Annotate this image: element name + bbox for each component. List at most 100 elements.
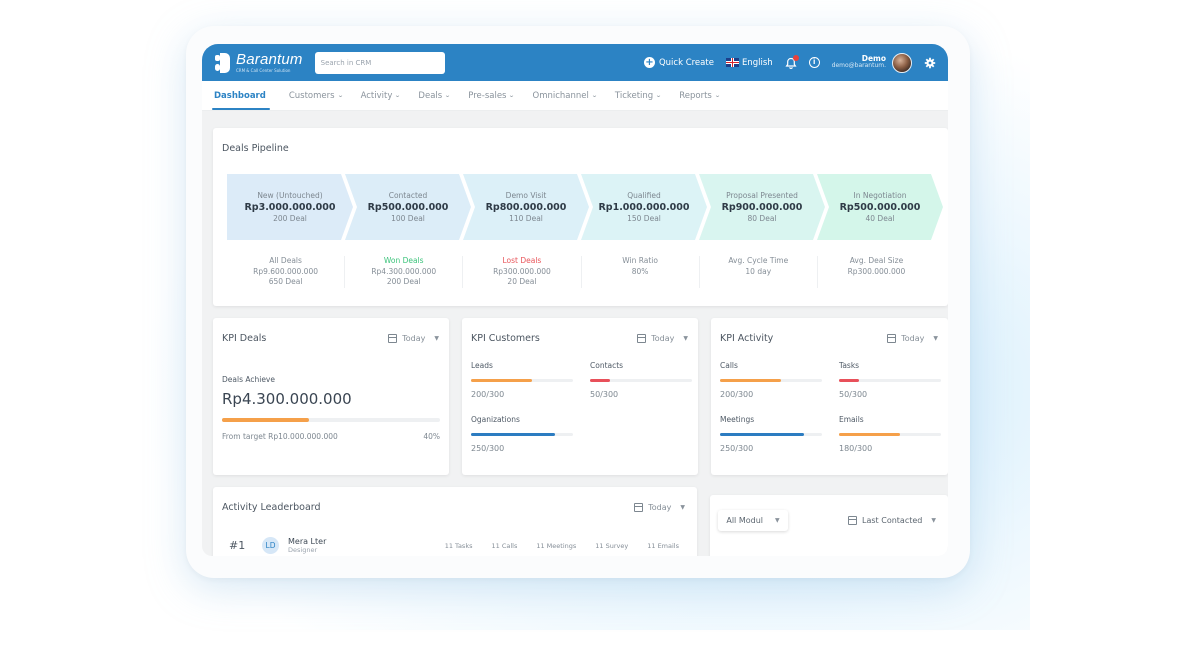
deals-achieve-label: Deals Achieve (222, 375, 275, 384)
kpi-metric-tasks: Tasks 50/300 (839, 361, 941, 399)
stat-label: All Deals (269, 256, 302, 265)
period-label: Today (901, 334, 925, 343)
metric-value: 180/300 (839, 444, 873, 453)
kpi-customers-card: KPI Customers Today ▼ Leads 200/300 Contac… (462, 318, 698, 475)
pipeline-stage[interactable]: New (Untouched) Rp3.000.000.000 200 Deal (227, 174, 353, 240)
chevron-down-icon: ⌄ (591, 92, 598, 99)
quick-create-button[interactable]: + Quick Create (643, 57, 714, 68)
notification-bell-icon[interactable] (785, 54, 799, 69)
calendar-icon (637, 334, 647, 343)
metric-label: Oganizations (471, 415, 520, 424)
logo[interactable]: Barantum CRM & Call Center Solution (214, 51, 303, 75)
metric-label: Tasks (839, 361, 860, 370)
language-selector[interactable]: English (725, 58, 773, 68)
stage-name: Proposal Presented (726, 191, 798, 200)
stage-count: 80 Deal (747, 214, 777, 223)
user-avatar[interactable] (892, 52, 912, 73)
calendar-icon (634, 503, 644, 512)
leaderboard-avatar: LD (262, 537, 279, 555)
user-menu[interactable]: Demo demo@barantum. (832, 52, 912, 73)
stat-sub: 200 Deal (386, 277, 421, 286)
nav-item-ticketing[interactable]: Ticketing ⌄ (606, 81, 670, 110)
stat-label: Win Ratio (622, 256, 658, 265)
nav-item-deals[interactable]: Deals ⌄ (409, 81, 459, 110)
stage-amount: Rp3.000.000.000 (244, 202, 336, 213)
kpi-activity-period-select[interactable]: Today ▼ (887, 334, 938, 343)
pipeline-stats: All Deals Rp9.600.000.000 650 Deal Won Deal… (227, 256, 935, 288)
pipeline-stat: Avg. Deal Size Rp300.000.000 (818, 256, 935, 288)
pipeline-stage[interactable]: Proposal Presented Rp900.000.000 80 Deal (699, 174, 825, 240)
nav-item-label: Dashboard (214, 90, 266, 101)
caret-down-icon: ▼ (933, 335, 938, 342)
caret-down-icon: ▼ (683, 335, 688, 342)
search-input[interactable] (314, 51, 445, 74)
nav-item-activity[interactable]: Activity ⌄ (352, 81, 410, 110)
metric-value: 250/300 (471, 444, 505, 453)
logo-name: Barantum (236, 51, 303, 68)
stat-sub: 650 Deal (268, 277, 303, 286)
stage-name: Qualified (627, 191, 661, 200)
kpi-customers-period-select[interactable]: Today ▼ (637, 334, 688, 343)
deals-progress-fill (222, 418, 310, 422)
kpi-customers-title: KPI Customers (471, 333, 540, 344)
module-select-label: All Modul (726, 516, 763, 525)
chevron-down-icon: ⌄ (714, 92, 721, 99)
chevron-down-icon: ⌄ (394, 92, 402, 99)
kpi-metric-oganizations: Oganizations 250/300 (471, 415, 573, 453)
stage-amount: Rp500.000.000 (839, 202, 921, 213)
module-select[interactable]: All Modul ▼ (718, 510, 788, 531)
nav-item-dashboard[interactable]: Dashboard (212, 81, 280, 110)
metric-value: 200/300 (720, 390, 754, 399)
plus-circle-icon: + (643, 57, 655, 68)
pipeline-stages: New (Untouched) Rp3.000.000.000 200 Deal Co… (227, 174, 943, 240)
nav-item-pre-sales[interactable]: Pre-sales ⌄ (459, 81, 523, 110)
period-label: Today (648, 503, 672, 512)
stat-value: 80% (631, 266, 649, 276)
top-bar: Barantum CRM & Call Center Solution + Qu… (202, 44, 948, 81)
kpi-deals-card: KPI Deals Today ▼ Deals Achieve Rp4.300.… (213, 318, 449, 475)
stat-label: Lost Deals (502, 256, 542, 265)
pipeline-stage[interactable]: Demo Visit Rp800.000.000 110 Deal (463, 174, 589, 240)
pipeline-stage[interactable]: In Negotiation Rp500.000.000 40 Deal (817, 174, 943, 240)
leaderboard-meetings: 11 Meetings (536, 541, 577, 550)
metric-progress-fill (839, 379, 860, 382)
period-label: Today (651, 334, 675, 343)
pipeline-title: Deals Pipeline (222, 143, 289, 154)
stat-label: Avg. Cycle Time (728, 256, 789, 265)
nav-item-customers[interactable]: Customers ⌄ (280, 81, 352, 110)
gear-icon[interactable] (924, 57, 936, 69)
activity-leaderboard-card: Activity Leaderboard Today ▼ #1 LD Mera … (213, 487, 697, 556)
deals-achieve-amount: Rp4.300.000.000 (222, 390, 352, 408)
stage-name: In Negotiation (853, 191, 907, 200)
sort-select[interactable]: Last Contacted ▼ (848, 516, 936, 525)
kpi-deals-title: KPI Deals (222, 333, 267, 344)
calendar-icon (887, 334, 897, 343)
pipeline-stat: All Deals Rp9.600.000.000 650 Deal (227, 256, 346, 288)
leaderboard-period-select[interactable]: Today ▼ (634, 503, 685, 512)
metric-value: 50/300 (590, 390, 619, 399)
stage-name: Demo Visit (505, 191, 547, 200)
nav-item-omnichannel[interactable]: Omnichannel ⌄ (524, 81, 606, 110)
leaderboard-emails: 11 Emails (647, 541, 679, 550)
leaderboard-row[interactable]: #1 LD Mera Lter Designer 11 Tasks 11 Cal… (229, 537, 679, 555)
calendar-icon (848, 516, 858, 525)
pipeline-stage[interactable]: Qualified Rp1.000.000.000 150 Deal (581, 174, 707, 240)
metric-progress-fill (720, 433, 804, 436)
pipeline-stage[interactable]: Contacted Rp500.000.000 100 Deal (345, 174, 471, 240)
nav-item-label: Customers (288, 90, 335, 101)
period-label: Today (402, 334, 426, 343)
info-icon[interactable]: i (808, 57, 820, 68)
stat-value: Rp9.600.000.000 (253, 266, 318, 276)
metric-label: Meetings (720, 415, 755, 424)
stage-count: 100 Deal (391, 214, 425, 223)
sort-select-label: Last Contacted (862, 516, 923, 525)
stage-amount: Rp800.000.000 (485, 202, 567, 213)
kpi-deals-period-select[interactable]: Today ▼ (388, 334, 439, 343)
metric-value: 250/300 (720, 444, 754, 453)
stage-count: 40 Deal (865, 214, 895, 223)
stage-amount: Rp900.000.000 (721, 202, 803, 213)
caret-down-icon: ▼ (434, 335, 439, 342)
nav-item-reports[interactable]: Reports ⌄ (670, 81, 729, 110)
quick-create-label: Quick Create (658, 57, 714, 68)
metric-progress-bar (720, 433, 822, 436)
